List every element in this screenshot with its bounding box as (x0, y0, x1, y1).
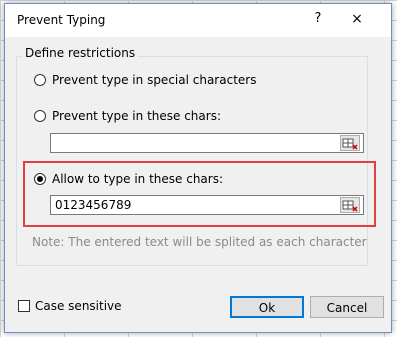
radio-special-characters[interactable] (34, 74, 46, 86)
case-sensitive-label: Case sensitive (35, 299, 122, 313)
close-icon[interactable]: × (348, 10, 366, 28)
cancel-button[interactable]: Cancel (310, 296, 384, 318)
prevent-chars-input[interactable] (50, 133, 364, 153)
title-bar[interactable]: Prevent Typing ? × (5, 4, 391, 37)
option-allow-chars-label: Allow to type in these chars: (52, 172, 224, 186)
allow-chars-input[interactable]: 0123456789 (50, 195, 364, 215)
split-note: Note: The entered text will be splited a… (32, 235, 367, 249)
restrictions-legend: Define restrictions (22, 46, 139, 60)
option-allow-chars[interactable]: Allow to type in these chars: (34, 172, 223, 186)
help-icon[interactable]: ? (310, 10, 326, 28)
option-prevent-chars-label: Prevent type in these chars: (52, 109, 221, 123)
range-select-icon (342, 138, 358, 150)
range-select-icon (342, 200, 358, 212)
option-special-characters[interactable]: Prevent type in special characters (34, 73, 256, 87)
highlight-frame (23, 161, 376, 227)
ok-button[interactable]: Ok (230, 296, 304, 318)
option-prevent-chars[interactable]: Prevent type in these chars: (34, 109, 221, 123)
case-sensitive-checkbox[interactable] (18, 300, 30, 312)
radio-allow-chars[interactable] (34, 173, 46, 185)
option-special-characters-label: Prevent type in special characters (52, 73, 257, 87)
case-sensitive-option[interactable]: Case sensitive (18, 299, 122, 313)
prevent-chars-range-button[interactable] (340, 135, 360, 151)
radio-prevent-chars[interactable] (34, 110, 46, 122)
allow-chars-range-button[interactable] (340, 197, 360, 213)
dialog-title: Prevent Typing (17, 13, 106, 27)
